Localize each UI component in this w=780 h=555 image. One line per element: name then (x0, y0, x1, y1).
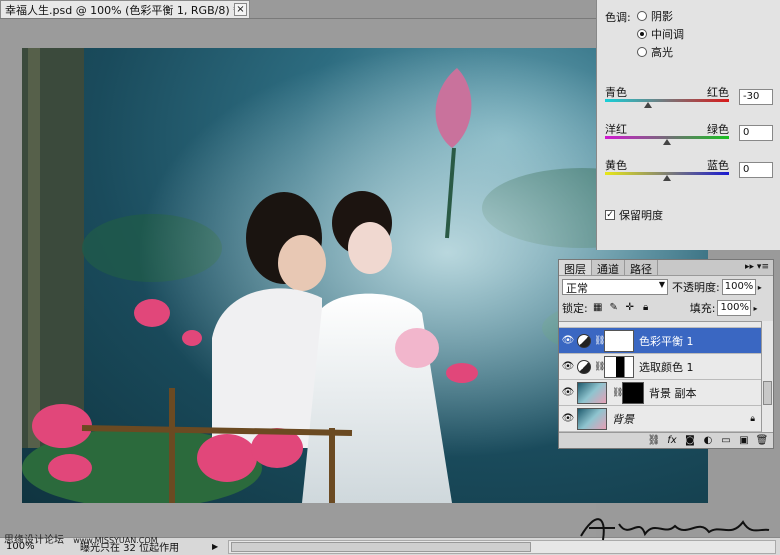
blend-row: 正常 ▼ 不透明度: 100% ▸ (559, 276, 773, 298)
layer-name: 背景 副本 (649, 386, 697, 400)
blend-mode-value: 正常 (566, 282, 588, 295)
radio-dot[interactable] (637, 11, 647, 21)
layer-mask-thumbnail[interactable] (604, 355, 634, 378)
tone-shadows-radio[interactable]: 阴影 (637, 8, 673, 24)
checkbox-box[interactable]: ✓ (605, 210, 615, 220)
magenta-green-value[interactable]: 0 (739, 125, 773, 141)
layers-panel: 图层 通道 路径 ▸▸ ▾≡ 正常 ▼ 不透明度: 100% ▸ 锁定: ▦ ✎… (558, 259, 774, 449)
adjustment-icon[interactable]: ◐ (701, 435, 715, 446)
trash-icon[interactable]: 🗑︎ (755, 435, 769, 446)
tab-paths[interactable]: 路径 (625, 260, 658, 276)
cyan-red-slider-track[interactable] (605, 99, 729, 102)
lock-icon: 🔒︎ (750, 413, 755, 424)
tone-shadows-label: 阴影 (651, 10, 673, 23)
radio-dot-selected[interactable] (637, 29, 647, 39)
visibility-eye-icon[interactable]: 👁︎ (559, 413, 577, 424)
cyan-label: 青色 (605, 86, 627, 99)
layer-list: 👁︎ ⛓︎ 色彩平衡 1 👁︎ ⛓︎ 选取颜色 1 👁︎ ⛓︎ 背景 副本 👁︎… (559, 321, 761, 433)
yellow-label: 黄色 (605, 159, 627, 172)
red-label: 红色 (707, 86, 729, 99)
mask-icon[interactable]: ◙ (683, 435, 697, 446)
forum-watermark-text: 思缘设计论坛 (4, 535, 64, 546)
tone-highlights-radio[interactable]: 高光 (637, 44, 673, 60)
fill-input[interactable]: 100% (717, 300, 752, 316)
link-icon[interactable]: ⛓︎ (647, 435, 661, 446)
visibility-eye-icon[interactable]: 👁︎ (559, 361, 577, 372)
yellow-blue-slider-thumb[interactable] (663, 175, 671, 181)
blend-mode-select[interactable]: 正常 ▼ (562, 279, 668, 295)
layers-panel-tabs: 图层 通道 路径 ▸▸ ▾≡ (559, 260, 773, 276)
preserve-luminosity-checkbox[interactable]: ✓ 保留明度 (605, 207, 663, 223)
document-title: 幸福人生.psd @ 100% (色彩平衡 1, RGB/8) * (5, 3, 239, 17)
layer-name: 背景 (612, 412, 634, 426)
forum-watermark: 思缘设计论坛 www.MISSYUAN.COM (4, 531, 158, 546)
visibility-eye-icon[interactable]: 👁︎ (559, 335, 577, 346)
link-chain-icon: ⛓︎ (594, 361, 606, 372)
tone-midtones-label: 中间调 (651, 28, 684, 41)
radio-dot[interactable] (637, 47, 647, 57)
fill-arrow-icon[interactable]: ▸ (753, 304, 757, 313)
status-menu-arrow-icon[interactable]: ▶ (212, 542, 224, 551)
lock-all-icon[interactable]: 🔒︎ (640, 302, 652, 314)
preserve-luminosity-label: 保留明度 (619, 209, 663, 222)
lock-position-icon[interactable]: ✛ (624, 302, 636, 314)
lock-row: 锁定: ▦ ✎ ✛ 🔒︎ 填充: 100% ▸ (559, 298, 773, 318)
fill-label: 填充: (689, 302, 716, 315)
tone-highlights-label: 高光 (651, 46, 673, 59)
group-icon[interactable]: ▭ (719, 435, 733, 446)
color-balance-panel: 色调: 阴影 中间调 高光 青色 红色 -30 洋红 绿色 0 黄色 蓝色 0 … (596, 0, 780, 250)
lock-pixels-icon[interactable]: ✎ (608, 302, 620, 314)
tab-layers[interactable]: 图层 (559, 260, 592, 276)
layer-row-color-balance[interactable]: 👁︎ ⛓︎ 色彩平衡 1 (559, 328, 761, 354)
layer-row-background-copy[interactable]: 👁︎ ⛓︎ 背景 副本 (559, 380, 761, 406)
url-watermark: www.MISSYUAN.COM (73, 536, 158, 545)
panel-menu-icon[interactable]: ▸▸ ▾≡ (741, 260, 773, 275)
layer-row-selective-color[interactable]: 👁︎ ⛓︎ 选取颜色 1 (559, 354, 761, 380)
visibility-eye-icon[interactable]: 👁︎ (559, 387, 577, 398)
layers-footer: ⛓︎ fx ◙ ◐ ▭ ▣ 🗑︎ (559, 432, 773, 448)
layer-photo-thumbnail[interactable] (577, 407, 607, 430)
layer-mask-thumbnail[interactable] (622, 381, 644, 404)
layer-photo-thumbnail[interactable] (577, 381, 607, 404)
layer-row-background[interactable]: 👁︎ 背景 🔒︎ (559, 406, 761, 432)
yellow-blue-value[interactable]: 0 (739, 162, 773, 178)
magenta-green-slider-thumb[interactable] (663, 139, 671, 145)
document-tab[interactable]: 幸福人生.psd @ 100% (色彩平衡 1, RGB/8) * × (0, 0, 250, 18)
link-chain-icon: ⛓︎ (612, 387, 624, 398)
adjustment-layer-icon (577, 359, 591, 374)
tone-label: 色调: (605, 11, 631, 24)
layer-name: 色彩平衡 1 (639, 334, 694, 348)
lock-transparency-icon[interactable]: ▦ (592, 302, 604, 314)
scrollbar-thumb[interactable] (763, 381, 772, 405)
opacity-label: 不透明度: (672, 281, 720, 294)
tab-channels[interactable]: 通道 (592, 260, 625, 276)
lock-label: 锁定: (562, 302, 588, 315)
layer-name: 选取颜色 1 (639, 360, 694, 374)
green-label: 绿色 (707, 123, 729, 136)
new-layer-icon[interactable]: ▣ (737, 435, 751, 446)
opacity-arrow-icon[interactable]: ▸ (758, 283, 762, 292)
cyan-red-value[interactable]: -30 (739, 89, 773, 105)
chevron-down-icon: ▼ (658, 280, 665, 289)
adjustment-layer-icon (577, 333, 591, 348)
author-signature (580, 518, 770, 541)
layer-mask-thumbnail[interactable] (604, 329, 634, 352)
opacity-input[interactable]: 100% (721, 279, 756, 295)
fx-icon[interactable]: fx (665, 435, 679, 446)
scrollbar-thumb[interactable] (231, 541, 531, 552)
magenta-label: 洋红 (605, 123, 627, 136)
layers-scrollbar[interactable] (761, 321, 773, 433)
tone-midtones-radio[interactable]: 中间调 (637, 26, 684, 42)
blue-label: 蓝色 (707, 159, 729, 172)
link-chain-icon: ⛓︎ (594, 335, 606, 346)
cyan-red-slider-thumb[interactable] (644, 102, 653, 108)
close-tab-button[interactable]: × (234, 3, 247, 16)
